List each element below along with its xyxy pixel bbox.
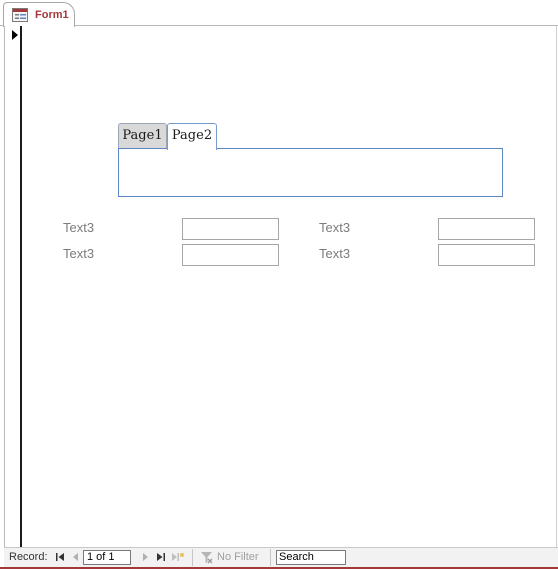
text3-label: Text3 [319,220,351,235]
text3-textbox[interactable] [438,218,535,240]
text3-textbox[interactable] [182,218,279,240]
form-icon [12,8,28,22]
first-record-icon[interactable] [55,552,66,562]
text3-label: Text3 [319,246,351,261]
text3-textbox[interactable] [438,244,535,266]
record-navigation-bar: Record: 1 of 1 No Filter Search [4,547,558,567]
document-tab-strip: Form1 [0,0,558,27]
record-selector[interactable] [4,26,22,547]
text3-label: Text3 [63,220,95,235]
nav-separator [192,549,193,566]
search-input[interactable]: Search [276,550,346,565]
next-record-icon[interactable] [140,552,151,562]
current-record-arrow-icon [12,30,18,40]
nav-separator [270,549,271,566]
tab-page2[interactable]: Page2 [167,123,217,150]
no-filter-icon [201,552,213,564]
tab-page1[interactable]: Page1 [118,123,167,149]
current-record-input[interactable]: 1 of 1 [83,550,131,565]
document-tab-form1[interactable]: Form1 [3,2,75,27]
form-right-border [556,26,557,547]
previous-record-icon[interactable] [70,552,81,562]
text3-textbox[interactable] [182,244,279,266]
no-filter-button[interactable]: No Filter [217,548,259,567]
document-tab-title: Form1 [35,9,69,21]
new-record-icon[interactable] [171,552,185,562]
last-record-icon[interactable] [155,552,166,562]
record-label: Record: [9,551,48,563]
text3-label: Text3 [63,246,95,261]
tab-control-page-body [118,148,503,197]
